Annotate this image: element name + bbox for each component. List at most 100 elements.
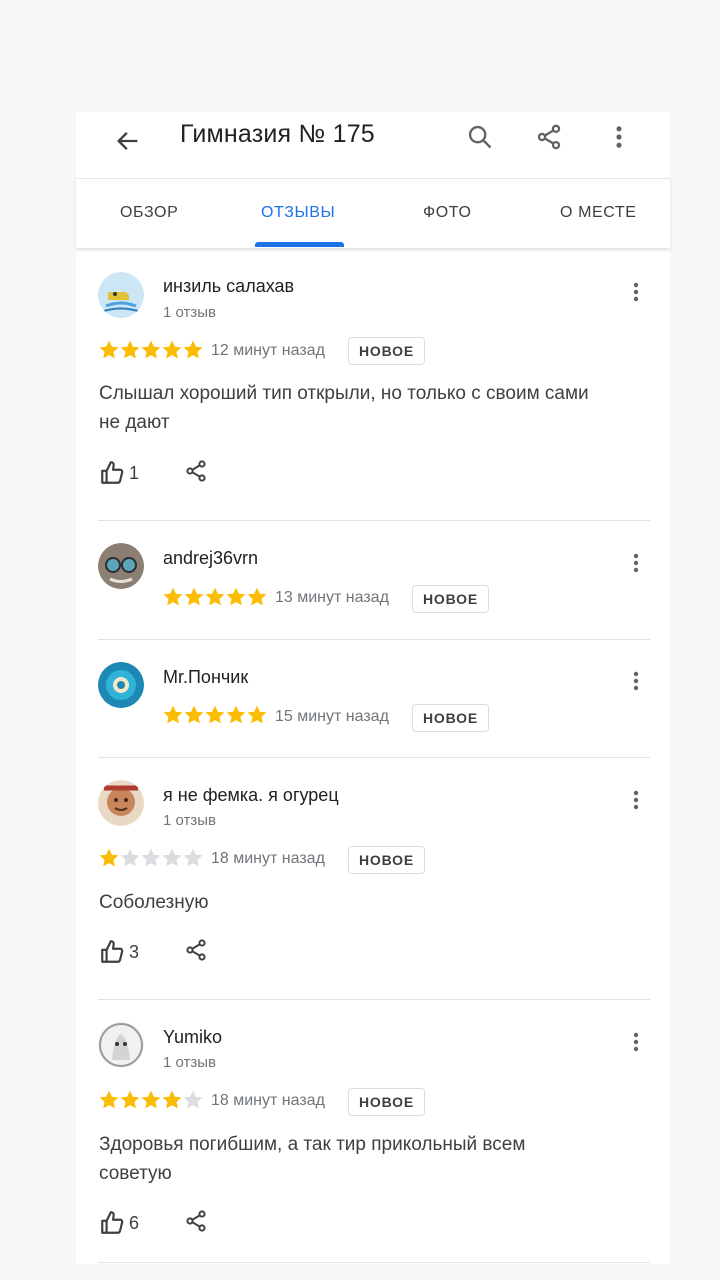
star-filled-icon: [98, 339, 120, 361]
star-filled-icon: [119, 1089, 141, 1111]
reviewer-name[interactable]: я не фемка. я огурец: [163, 785, 339, 806]
more-vert-icon: [624, 280, 648, 304]
avatar[interactable]: [98, 543, 144, 589]
tab-bar: ОБЗОР ОТЗЫВЫ ФОТО О МЕСТЕ: [76, 178, 670, 248]
page-title: Гимназия № 175: [180, 120, 375, 148]
share-button[interactable]: [529, 117, 569, 157]
new-badge: НОВОЕ: [412, 704, 489, 732]
share-icon: [535, 123, 563, 151]
review-text: Слышал хороший тип открыли, но только с …: [99, 383, 589, 433]
star-filled-icon: [182, 339, 204, 361]
review-text: Здоровья погибшим, а так тир прикольный …: [99, 1134, 526, 1184]
star-filled-icon: [119, 339, 141, 361]
review-time: 18 минут назад: [211, 1092, 325, 1109]
star-empty-icon: [140, 847, 162, 869]
tab-about[interactable]: О МЕСТЕ: [560, 204, 637, 222]
review-share-button[interactable]: [183, 457, 209, 485]
reviewer-review-count: 1 отзыв: [163, 1054, 217, 1071]
star-empty-icon: [119, 847, 141, 869]
like-button[interactable]: 6: [99, 1209, 139, 1237]
new-badge: НОВОЕ: [348, 337, 425, 365]
star-filled-icon: [162, 586, 184, 608]
star-filled-icon: [98, 1089, 120, 1111]
star-filled-icon: [162, 704, 184, 726]
share-icon: [184, 459, 208, 483]
like-count: 1: [129, 462, 140, 483]
thumb-up-icon: [99, 939, 125, 965]
avatar[interactable]: [98, 1022, 144, 1068]
star-filled-icon: [183, 704, 205, 726]
review-more-button[interactable]: [624, 548, 648, 578]
divider: [98, 639, 650, 640]
star-rating: [98, 1089, 208, 1111]
like-button[interactable]: 1: [99, 459, 139, 487]
star-filled-icon: [204, 586, 226, 608]
search-icon: [468, 125, 492, 149]
avatar[interactable]: [98, 662, 144, 708]
more-vert-icon: [605, 123, 633, 151]
share-icon: [184, 938, 208, 962]
reviewer-name[interactable]: Yumiko: [163, 1027, 222, 1048]
active-tab-indicator: [255, 242, 344, 247]
more-vert-icon: [624, 788, 648, 812]
star-rating: [98, 847, 208, 869]
star-filled-icon: [183, 586, 205, 608]
review-text: Соболезную: [99, 892, 209, 913]
star-filled-icon: [246, 704, 268, 726]
star-empty-icon: [161, 847, 183, 869]
arrow-left-icon: [117, 132, 138, 150]
review-time: 13 минут назад: [275, 589, 389, 606]
reviewer-review-count: 1 отзыв: [163, 812, 217, 829]
review-time: 15 минут назад: [275, 708, 389, 725]
new-badge: НОВОЕ: [348, 846, 425, 874]
review-more-button[interactable]: [624, 785, 648, 815]
thumb-up-icon: [99, 460, 125, 486]
share-icon: [184, 1209, 208, 1233]
star-filled-icon: [161, 1089, 183, 1111]
more-vert-icon: [624, 1030, 648, 1054]
star-filled-icon: [225, 586, 247, 608]
avatar[interactable]: [98, 780, 144, 826]
like-count: 6: [129, 1212, 140, 1233]
like-button[interactable]: 3: [99, 938, 139, 966]
star-rating: [98, 339, 208, 361]
star-filled-icon: [204, 704, 226, 726]
new-badge: НОВОЕ: [348, 1088, 425, 1116]
tab-overview[interactable]: ОБЗОР: [120, 204, 178, 222]
review-more-button[interactable]: [624, 277, 648, 307]
reviewer-name[interactable]: Mr.Пончик: [163, 667, 248, 688]
app-bar: Гимназия № 175: [76, 112, 670, 179]
like-count: 3: [129, 941, 140, 962]
review-more-button[interactable]: [624, 1027, 648, 1057]
star-filled-icon: [140, 339, 162, 361]
review-share-button[interactable]: [183, 1207, 209, 1235]
more-vert-icon: [624, 669, 648, 693]
review-share-button[interactable]: [183, 936, 209, 964]
star-rating: [162, 586, 272, 608]
more-options-button[interactable]: [599, 117, 639, 157]
reviewer-name[interactable]: andrej36vrn: [163, 548, 258, 569]
review-time: 12 минут назад: [211, 342, 325, 359]
divider: [98, 1262, 650, 1263]
star-filled-icon: [246, 586, 268, 608]
star-filled-icon: [98, 847, 120, 869]
tab-reviews[interactable]: ОТЗЫВЫ: [261, 204, 335, 222]
thumb-up-icon: [99, 1210, 125, 1236]
more-vert-icon: [624, 551, 648, 575]
reviewer-name[interactable]: инзиль салахав: [163, 276, 294, 297]
back-button[interactable]: [108, 121, 148, 161]
divider: [98, 520, 650, 521]
avatar[interactable]: [98, 272, 144, 318]
place-card: Гимназия № 175 ОБЗОР ОТЗЫВЫ ФОТО О МЕСТЕ…: [76, 112, 670, 1264]
divider: [98, 999, 650, 1000]
divider: [98, 757, 650, 758]
star-rating: [162, 704, 272, 726]
review-time: 18 минут назад: [211, 850, 325, 867]
star-empty-icon: [182, 1089, 204, 1111]
review-more-button[interactable]: [624, 666, 648, 696]
star-filled-icon: [225, 704, 247, 726]
tab-photos[interactable]: ФОТО: [423, 204, 472, 222]
search-button[interactable]: [460, 117, 500, 157]
star-filled-icon: [161, 339, 183, 361]
star-empty-icon: [182, 847, 204, 869]
